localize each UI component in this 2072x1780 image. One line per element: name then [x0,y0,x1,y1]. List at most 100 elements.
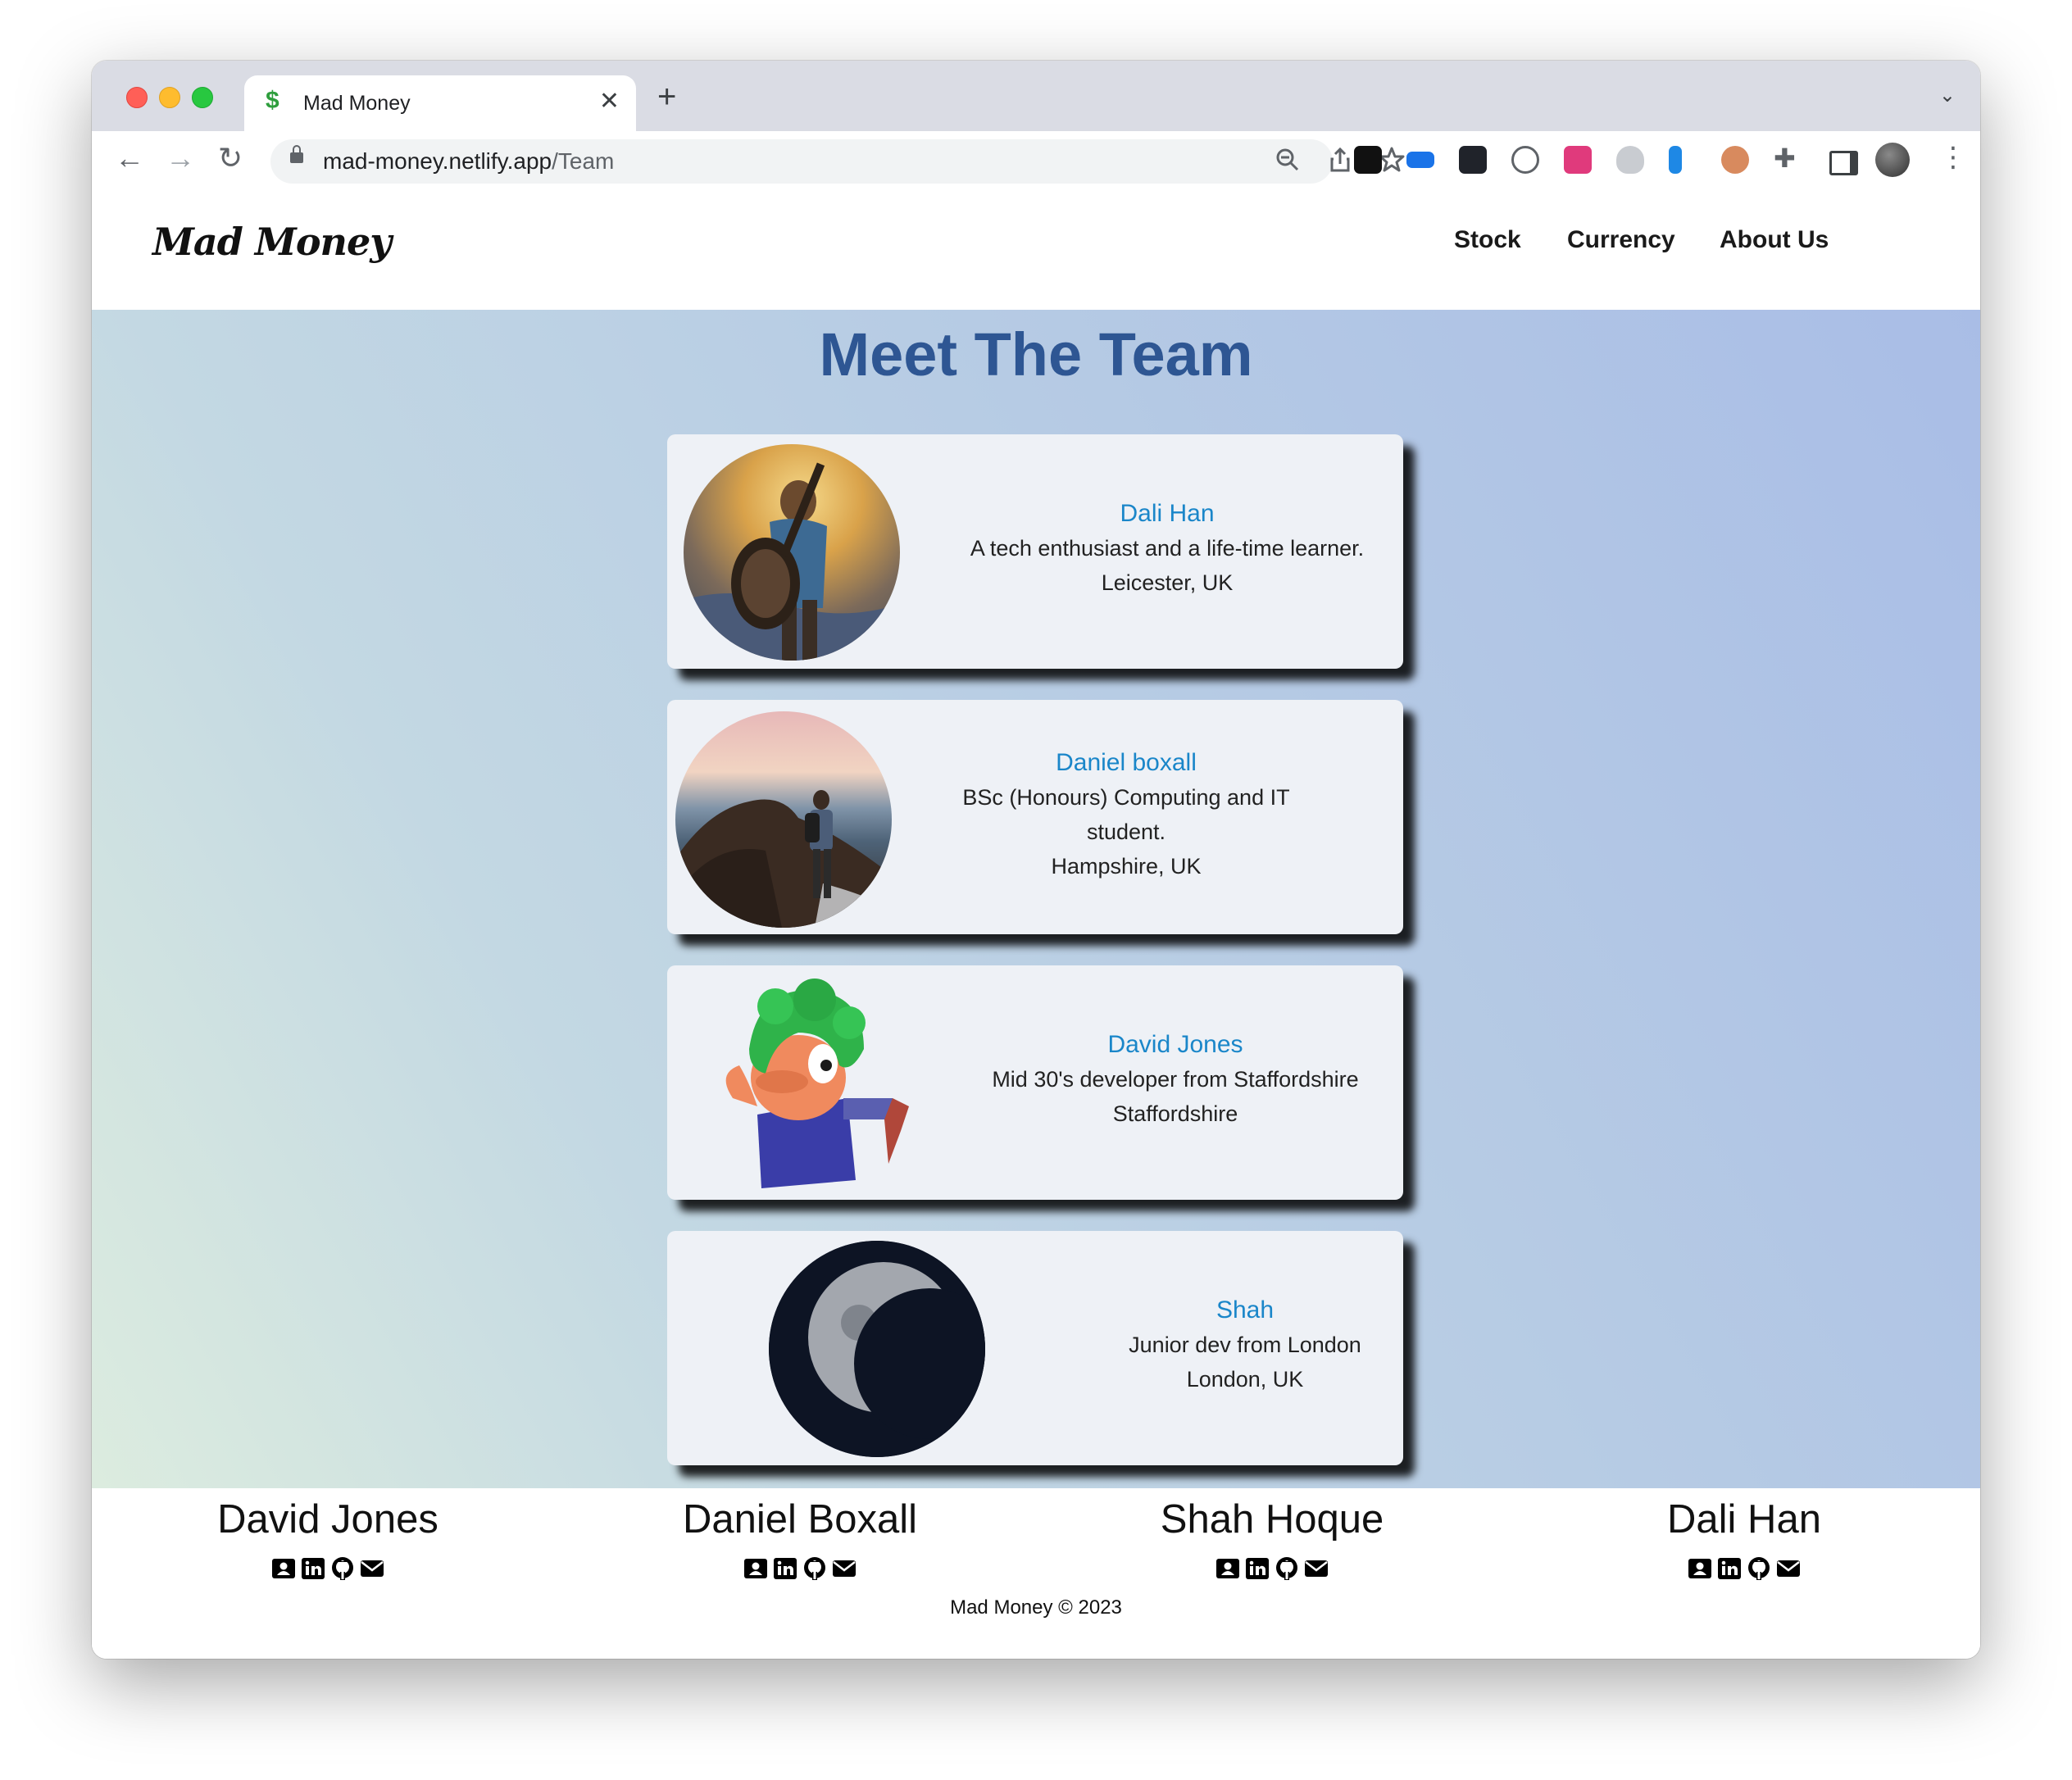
browser-tab[interactable]: $ Mad Money ✕ [244,75,636,131]
url-host: mad-money.netlify.app [323,148,552,174]
member-name: David Jones [1107,1031,1243,1058]
close-window-button[interactable] [126,87,148,108]
member-location: Staffordshire [1112,1101,1238,1126]
dali-han-info: Dali Han A tech enthusiast and a life-ti… [946,497,1388,600]
lock-icon[interactable] [290,145,303,163]
share-icon[interactable] [1328,146,1352,174]
tab-strip: $ Mad Money ✕ + ⌄ [92,61,1980,131]
daniel-boxall-photo [675,711,892,928]
copyright-text: Mad Money © 2023 [950,1596,1122,1619]
team-card-shah: Shah Junior dev from London London, UK [667,1231,1403,1465]
extensions-puzzle-icon[interactable]: ✚ [1774,143,1796,174]
dollar-favicon-icon: $ [266,87,279,114]
daniel-boxall-info: Daniel boxall BSc (Honours) Computing an… [946,746,1306,883]
email-icon[interactable] [359,1555,385,1582]
member-name: Daniel boxall [1056,749,1197,776]
contact-card-icon[interactable] [1215,1555,1241,1582]
lemming-figure [725,979,909,1188]
shah-info: Shah Junior dev from London London, UK [1110,1293,1380,1396]
nav-currency-link[interactable]: Currency [1567,226,1675,254]
url-path: /Team [552,148,615,174]
github-icon[interactable] [1746,1555,1772,1582]
david-jones-info: David Jones Mid 30's developer from Staf… [962,1028,1388,1131]
extension-4-icon[interactable] [1511,146,1539,174]
extension-8-icon[interactable] [1721,146,1749,174]
member-name: Dali Han [1120,500,1215,527]
browser-toolbar: ← → ↻ mad-money.netlify.app/Team ✚ ⋮ [92,131,1980,193]
team-section: Meet The Team Dali Han A tech enthusiast… [92,310,1980,1488]
translate-extension-icon[interactable] [1564,146,1592,174]
profile-avatar[interactable] [1875,143,1910,177]
linkedin-icon[interactable] [1716,1555,1743,1582]
linkedin-icon[interactable] [1244,1555,1270,1582]
footer-member-name: David Jones [217,1497,438,1542]
email-icon[interactable] [1775,1555,1802,1582]
david-jones-photo [700,975,916,1192]
extension-6-icon[interactable] [1616,146,1644,174]
member-name: Shah [1215,1296,1275,1324]
footer-member-shah-hoque: Shah Hoque [1036,1488,1508,1582]
member-bio: A tech enthusiast and a life-time learne… [970,536,1365,561]
tab-close-icon[interactable]: ✕ [599,87,620,116]
moon-figure [769,1241,985,1457]
bookmark-star-icon[interactable] [1379,146,1405,174]
email-icon[interactable] [831,1555,857,1582]
footer-member-daniel-boxall: Daniel Boxall [564,1488,1036,1582]
new-tab-plus-icon[interactable]: + [657,79,676,116]
tab-title: Mad Money [303,92,411,115]
zoom-window-button[interactable] [192,87,213,108]
member-bio: Mid 30's developer from Staffordshire [992,1067,1359,1092]
nav-stock-link[interactable]: Stock [1454,226,1521,254]
linkedin-icon[interactable] [300,1555,326,1582]
extension-2-icon[interactable] [1406,152,1434,168]
kebab-menu-icon[interactable]: ⋮ [1939,141,1967,174]
github-icon[interactable] [802,1555,828,1582]
footer-member-name: Shah Hoque [1160,1497,1384,1542]
nav-about-us-link[interactable]: About Us [1720,226,1829,254]
footer-social-links [92,1555,564,1582]
dali-han-photo [684,444,900,661]
team-card-david-jones: David Jones Mid 30's developer from Staf… [667,965,1403,1200]
github-icon[interactable] [1274,1555,1300,1582]
team-card-dali-han: Dali Han A tech enthusiast and a life-ti… [667,434,1403,669]
footer-social-links [1036,1555,1508,1582]
contact-card-icon[interactable] [743,1555,769,1582]
side-panel-icon[interactable] [1829,151,1858,175]
forward-icon[interactable]: → [166,141,195,175]
adventurer-figure [684,462,900,661]
github-icon[interactable] [329,1555,356,1582]
extension-1-icon[interactable] [1354,146,1382,174]
linkedin-icon[interactable] [772,1555,798,1582]
contact-card-icon[interactable] [270,1555,297,1582]
site-logo[interactable]: Mad Money [152,220,392,264]
tab-search-chevron-icon[interactable]: ⌄ [1939,84,1956,107]
footer-social-links [564,1555,1036,1582]
web-page: Mad Money Stock Currency About Us Meet T… [92,192,1980,1659]
hiker-cliff-figure [675,790,892,928]
member-location: Leicester, UK [1101,570,1234,595]
email-icon[interactable] [1303,1555,1329,1582]
address-bar[interactable]: mad-money.netlify.app/Team [270,139,1405,184]
site-footer: David Jones Daniel Boxall Shah Hoque Dal… [92,1488,1980,1659]
team-card-daniel-boxall: Daniel boxall BSc (Honours) Computing an… [667,700,1403,934]
back-icon[interactable]: ← [115,141,144,175]
footer-member-name: Dali Han [1667,1497,1821,1542]
member-bio: BSc (Honours) Computing and IT [962,785,1290,810]
page-title: Meet The Team [819,320,1253,388]
member-bio: Junior dev from London [1129,1333,1361,1357]
react-devtools-icon[interactable] [1459,146,1487,174]
url-text[interactable]: mad-money.netlify.app/Team [323,148,614,175]
shah-photo [769,1241,985,1457]
footer-member-dali-han: Dali Han [1508,1488,1980,1582]
zoom-icon[interactable] [1275,146,1300,174]
browser-window: $ Mad Money ✕ + ⌄ ← → ↻ mad-money.netlif… [92,61,1980,1659]
footer-member-name: Daniel Boxall [683,1497,917,1542]
minimize-window-button[interactable] [159,87,180,108]
reload-icon[interactable]: ↻ [218,141,243,175]
footer-social-links [1508,1555,1980,1582]
extension-7-icon[interactable] [1669,146,1682,174]
site-navbar: Mad Money Stock Currency About Us [92,192,1980,310]
member-location: London, UK [1186,1367,1304,1392]
footer-member-david-jones: David Jones [92,1488,564,1582]
contact-card-icon[interactable] [1687,1555,1713,1582]
